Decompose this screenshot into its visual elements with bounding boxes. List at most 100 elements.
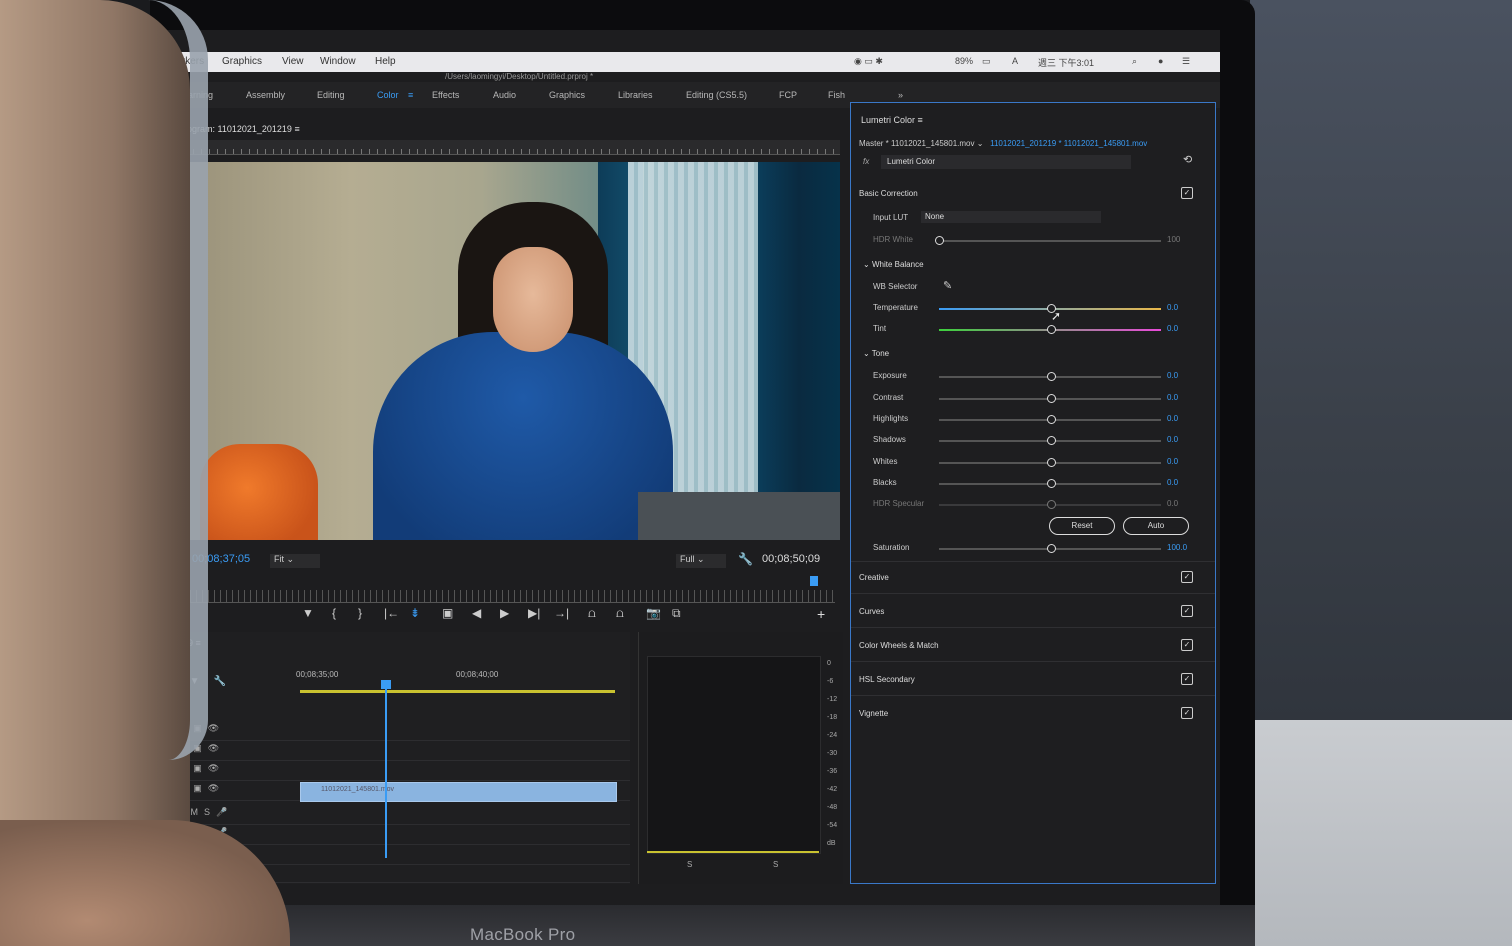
- solo-right-button[interactable]: S: [773, 860, 778, 869]
- ws-assembly[interactable]: Assembly: [246, 90, 285, 100]
- zoom-select[interactable]: Fit ⌄: [270, 554, 320, 568]
- blacks-knob[interactable]: [1047, 479, 1056, 488]
- menu-window[interactable]: Window: [320, 56, 356, 67]
- button-editor-plus-icon[interactable]: +: [817, 606, 825, 622]
- section-tone[interactable]: ⌄ Tone: [863, 349, 889, 358]
- section-white-balance[interactable]: ⌄ White Balance: [863, 260, 924, 269]
- vignette-checkbox[interactable]: ✓: [1181, 707, 1193, 719]
- slider-value[interactable]: 0.0: [1167, 393, 1178, 402]
- siri-icon[interactable]: ●: [1158, 56, 1163, 66]
- ws-effects[interactable]: Effects: [432, 90, 459, 100]
- menu-help[interactable]: Help: [375, 56, 396, 67]
- panel-menu-icon[interactable]: ≡: [294, 124, 299, 134]
- ws-fcp[interactable]: FCP: [779, 90, 797, 100]
- resolution-select[interactable]: Full ⌄: [676, 554, 726, 568]
- ws-color[interactable]: Color: [377, 90, 399, 100]
- slider-value[interactable]: 0.0: [1167, 499, 1178, 508]
- ws-graphics[interactable]: Graphics: [549, 90, 585, 100]
- hdr-specular-knob[interactable]: [1047, 500, 1056, 509]
- slider-value[interactable]: 0.0: [1167, 371, 1178, 380]
- hdr-white-value[interactable]: 100: [1167, 235, 1180, 244]
- step-back-icon[interactable]: ◀: [472, 606, 481, 620]
- track-v3[interactable]: V3 🔒▣👁: [160, 740, 630, 761]
- saturation-knob[interactable]: [1047, 544, 1056, 553]
- section-color-wheels[interactable]: Color Wheels & Match: [859, 641, 939, 650]
- timeline-playhead[interactable]: [381, 680, 391, 689]
- eyedropper-icon[interactable]: ✎: [943, 279, 952, 292]
- lift-icon[interactable]: ⩍: [588, 606, 596, 621]
- contrast-knob[interactable]: [1047, 394, 1056, 403]
- reset-effect-icon[interactable]: ⟲: [1183, 153, 1192, 166]
- work-area-bar[interactable]: [300, 690, 615, 693]
- reset-button[interactable]: Reset: [1049, 517, 1115, 535]
- auto-button[interactable]: Auto: [1123, 517, 1189, 535]
- track-v2[interactable]: V2 🔒▣👁: [160, 760, 630, 781]
- ws-audio[interactable]: Audio: [493, 90, 516, 100]
- wrench-icon[interactable]: 🔧: [738, 552, 753, 566]
- menu-view[interactable]: View: [282, 56, 304, 67]
- timeline-playhead-line[interactable]: [385, 680, 387, 858]
- highlights-knob[interactable]: [1047, 415, 1056, 424]
- battery-icon[interactable]: ▭: [982, 56, 991, 67]
- ws-fish[interactable]: Fish: [828, 90, 845, 100]
- section-creative[interactable]: Creative: [859, 573, 889, 582]
- basic-correction-checkbox[interactable]: ✓: [1181, 187, 1193, 199]
- solo-left-button[interactable]: S: [687, 860, 692, 869]
- exposure-knob[interactable]: [1047, 372, 1056, 381]
- color-wheels-checkbox[interactable]: ✓: [1181, 639, 1193, 651]
- notification-center-icon[interactable]: ☰: [1182, 56, 1190, 67]
- slider-value[interactable]: 0.0: [1167, 324, 1178, 333]
- curves-checkbox[interactable]: ✓: [1181, 605, 1193, 617]
- compare-view-icon[interactable]: ⧉: [672, 606, 681, 621]
- track-a1[interactable]: A1 ▣MS🎤: [160, 804, 630, 825]
- menu-graphics[interactable]: Graphics: [222, 56, 262, 67]
- ws-libraries[interactable]: Libraries: [618, 90, 653, 100]
- status-icons[interactable]: ◉ ▭ ✱: [854, 56, 883, 67]
- add-marker-icon[interactable]: ▼: [302, 606, 314, 620]
- lumetri-master-clip[interactable]: Master * 11012021_145801.mov: [859, 139, 975, 148]
- track-v4[interactable]: V4 🔒▣👁: [160, 720, 630, 741]
- ws-editing-cs55[interactable]: Editing (CS5.5): [686, 90, 747, 100]
- fx-toggle[interactable]: fx: [863, 157, 869, 166]
- tint-knob[interactable]: [1047, 325, 1056, 334]
- section-hsl-secondary[interactable]: HSL Secondary: [859, 675, 915, 684]
- step-forward-icon[interactable]: ▶|: [528, 606, 540, 620]
- lumetri-sequence-clip[interactable]: 11012021_201219 * 11012021_145801.mov: [990, 139, 1147, 148]
- play-icon[interactable]: ▶: [500, 606, 509, 620]
- slider-value[interactable]: 0.0: [1167, 303, 1178, 312]
- hdr-white-slider[interactable]: [939, 240, 1161, 242]
- slider-value[interactable]: 0.0: [1167, 478, 1178, 487]
- go-to-in-icon[interactable]: |←: [384, 606, 399, 620]
- section-vignette[interactable]: Vignette: [859, 709, 888, 718]
- go-to-out-icon[interactable]: →|: [554, 606, 569, 620]
- section-basic-correction[interactable]: Basic Correction: [859, 189, 918, 198]
- input-source-icon[interactable]: A: [1012, 56, 1018, 66]
- hsl-secondary-checkbox[interactable]: ✓: [1181, 673, 1193, 685]
- spotlight-search-icon[interactable]: ⌕: [1132, 56, 1137, 67]
- ws-editing[interactable]: Editing: [317, 90, 345, 100]
- slider-value[interactable]: 0.0: [1167, 457, 1178, 466]
- timeline-clip[interactable]: 11012021_145801.mov: [300, 782, 617, 802]
- monitor-playhead[interactable]: [810, 576, 818, 586]
- input-lut-select[interactable]: None: [921, 211, 1101, 223]
- clock[interactable]: 週三 下午3:01: [1038, 56, 1094, 69]
- lumetri-effect-select[interactable]: Lumetri Color: [881, 155, 1131, 169]
- extract-icon[interactable]: ⩍: [616, 606, 624, 621]
- lumetri-title[interactable]: Lumetri Color ≡: [861, 115, 923, 125]
- section-curves[interactable]: Curves: [859, 607, 884, 616]
- lumetri-source-selector[interactable]: Master * 11012021_145801.mov ⌄ 11012021_…: [859, 139, 1147, 148]
- export-frame-icon[interactable]: 📷: [646, 606, 661, 620]
- whites-knob[interactable]: [1047, 458, 1056, 467]
- safe-margins-icon[interactable]: ▣: [442, 606, 453, 620]
- creative-checkbox[interactable]: ✓: [1181, 571, 1193, 583]
- mark-out-icon[interactable]: }: [358, 606, 362, 620]
- hdr-white-knob[interactable]: [935, 236, 944, 245]
- program-video-frame[interactable]: [188, 162, 840, 540]
- mark-in-icon[interactable]: {: [332, 606, 336, 620]
- shadows-knob[interactable]: [1047, 436, 1056, 445]
- saturation-value[interactable]: 100.0: [1167, 543, 1187, 552]
- ripple-icon[interactable]: ⇟: [410, 606, 420, 620]
- slider-value[interactable]: 0.0: [1167, 435, 1178, 444]
- slider-value[interactable]: 0.0: [1167, 414, 1178, 423]
- ws-overflow-icon[interactable]: »: [898, 90, 903, 100]
